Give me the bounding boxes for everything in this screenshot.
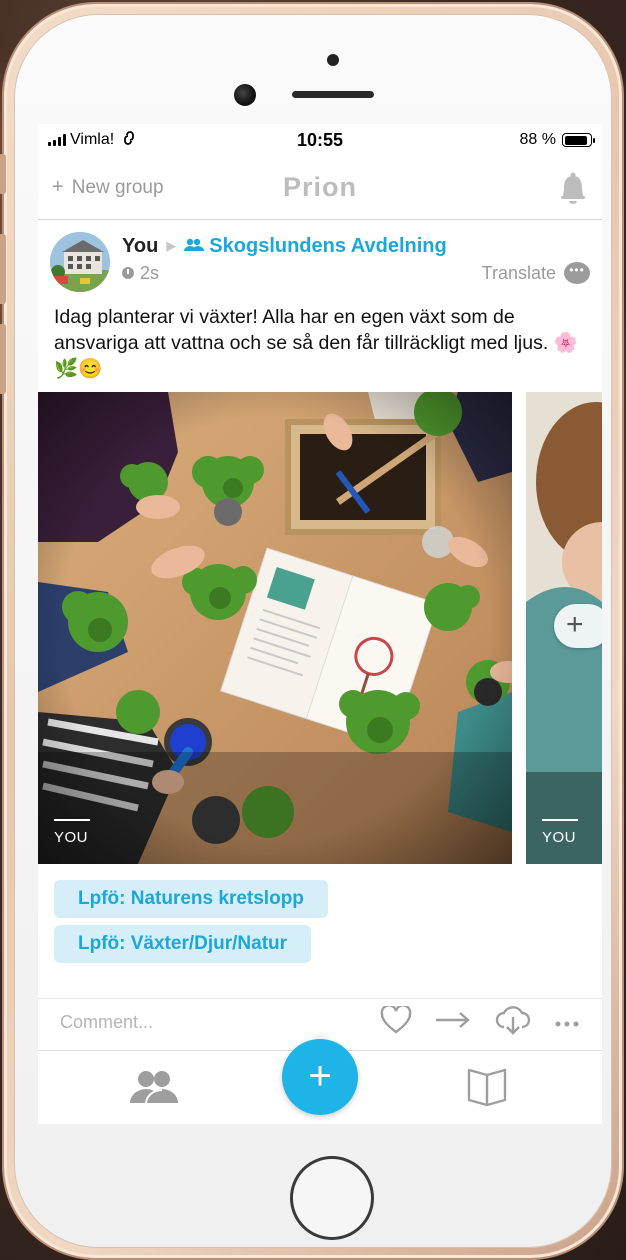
post-time: 2s [140,262,160,283]
cloud-download-icon[interactable] [494,1005,532,1040]
proximity-sensor [327,54,339,66]
share-arrow-icon[interactable] [434,1010,472,1035]
earpiece-speaker [292,91,374,98]
clock-icon [122,267,134,279]
speech-bubble-icon: ••• [564,262,590,284]
battery-indicator: 88 % [519,131,595,149]
tag-list: Lpfö: Naturens kretslopp Lpfö: Växter/Dj… [38,864,602,998]
comment-input[interactable]: Comment... [60,1012,153,1033]
photo-author-label-next: YOU [542,819,579,846]
caret-right-icon: ▶ [166,238,177,253]
app-header: + New group Prion [38,156,602,220]
signal-icon [48,134,66,146]
heart-icon[interactable] [380,1003,412,1039]
post-photo[interactable]: YOU [38,392,512,864]
add-post-button[interactable]: + [282,1039,358,1115]
app-screen: Vimla! 10:55 88 % + New group Prion You … [38,124,602,1124]
translate-button[interactable]: Translate ••• [482,262,590,284]
post-text: Idag planterar vi växter! Alla har en eg… [54,306,578,380]
new-group-button[interactable]: + New group [52,176,164,199]
groups-icon[interactable] [128,1069,180,1105]
volume-down-button [0,324,6,394]
plus-icon: + [52,176,64,198]
volume-up-button [0,234,6,304]
mute-switch [0,154,6,194]
post-header: You ▶ Skogslundens Avdelning 2s Translat… [38,220,602,298]
battery-icon [562,133,595,147]
translate-label: Translate [481,262,556,283]
group-link[interactable]: Skogslundens Avdelning [184,234,447,258]
more-icon[interactable] [554,1012,580,1033]
photo-author-label: YOU [54,819,91,846]
add-icon: + [308,1054,332,1098]
tag-chip[interactable]: Lpfö: Växter/Djur/Natur [54,925,312,963]
group-icon [184,235,205,258]
battery-percent: 88 % [519,131,556,148]
add-photo-button[interactable]: + [554,604,602,648]
photo-gallery[interactable]: YOU YOU + [38,392,602,864]
link-icon [120,131,138,149]
bottom-tab-bar: + [38,1039,602,1124]
status-bar: Vimla! 10:55 88 % [38,124,602,156]
carrier-name: Vimla! [70,131,115,148]
bell-icon[interactable] [558,172,588,204]
book-icon[interactable] [466,1067,508,1107]
home-button[interactable] [290,1156,374,1240]
group-name: Skogslundens Avdelning [209,234,447,257]
tag-chip[interactable]: Lpfö: Naturens kretslopp [54,880,328,918]
avatar[interactable] [50,232,110,292]
post-author[interactable]: You [122,235,158,258]
new-group-label: New group [71,176,164,198]
plus-icon: + [566,608,584,641]
front-camera [234,84,256,106]
